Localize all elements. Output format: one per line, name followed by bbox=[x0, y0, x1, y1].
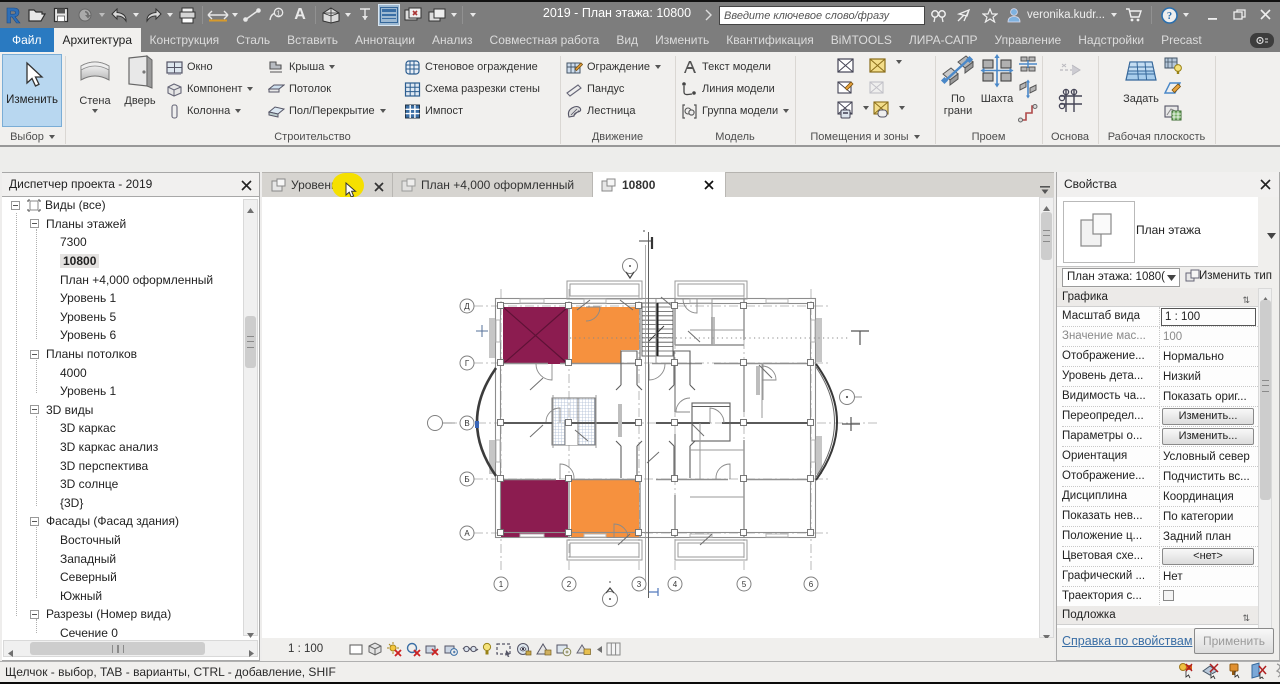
svg-text:3: 3 bbox=[637, 580, 642, 589]
svg-text:В: В bbox=[464, 419, 469, 428]
svg-text:Д: Д bbox=[464, 302, 470, 311]
svg-text:А: А bbox=[464, 529, 470, 538]
svg-text:2: 2 bbox=[567, 580, 572, 589]
svg-text:5: 5 bbox=[742, 580, 747, 589]
svg-text:6: 6 bbox=[809, 580, 814, 589]
svg-text:Г: Г bbox=[465, 359, 470, 368]
svg-text:?: ? bbox=[1166, 11, 1171, 22]
svg-text:Б: Б bbox=[464, 475, 469, 484]
svg-text:1: 1 bbox=[276, 8, 280, 17]
svg-text:4: 4 bbox=[673, 580, 678, 589]
svg-text:1: 1 bbox=[499, 580, 504, 589]
